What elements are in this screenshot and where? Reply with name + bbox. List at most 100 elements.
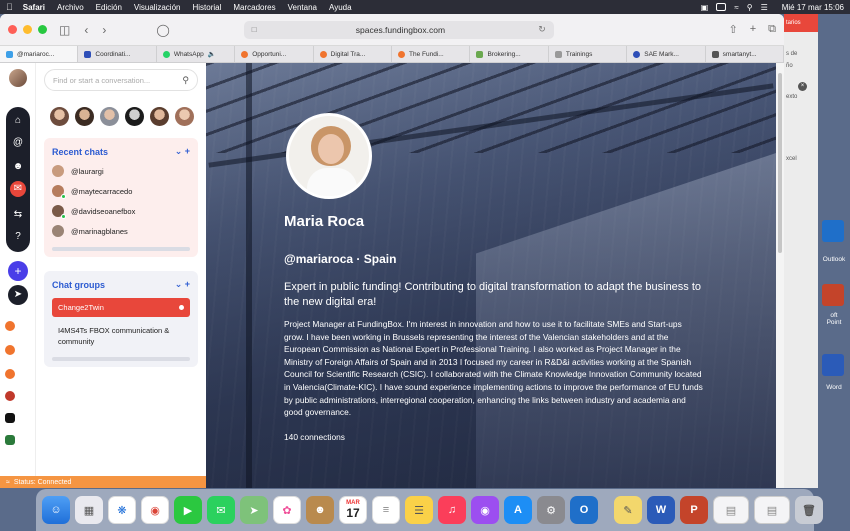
sidebar-toggle-icon[interactable]: ◫ xyxy=(59,23,70,37)
menu-item-marcadores[interactable]: Marcadores xyxy=(233,3,275,12)
screen-mirroring-icon[interactable]: ▣ xyxy=(701,3,709,12)
launchpad-icon[interactable]: ▦ xyxy=(75,496,103,524)
desktop-label-word[interactable]: Word xyxy=(818,384,850,391)
space-icon[interactable] xyxy=(5,391,15,401)
stickies-icon[interactable]: ✎ xyxy=(614,496,642,524)
add-space-button[interactable]: + xyxy=(8,261,28,281)
forward-icon[interactable]: › xyxy=(102,23,106,37)
switch-icon[interactable]: ⇆ xyxy=(10,207,26,223)
battery-icon[interactable] xyxy=(716,3,727,11)
podcasts-icon[interactable]: ◉ xyxy=(471,496,499,524)
word-desktop-icon[interactable] xyxy=(822,354,844,376)
facetime-icon[interactable]: ▶ xyxy=(174,496,202,524)
list-item[interactable]: @davidseoanefbox xyxy=(52,205,190,219)
list-item[interactable]: @laurargi xyxy=(52,165,190,177)
list-item[interactable]: @marinagblanes xyxy=(52,225,190,237)
search-input[interactable]: Find or start a conversation... xyxy=(53,76,182,85)
safari-icon[interactable]: ❋ xyxy=(108,496,136,524)
avatar[interactable] xyxy=(50,107,69,126)
close-window-button[interactable] xyxy=(8,25,17,34)
contacts-icon[interactable]: ☻ xyxy=(306,496,334,524)
fullscreen-window-button[interactable] xyxy=(38,25,47,34)
system-preferences-icon[interactable]: ⚙ xyxy=(537,496,565,524)
reminders-icon[interactable]: ≡ xyxy=(372,496,400,524)
desktop-label-outlook[interactable]: Outlook xyxy=(818,256,850,263)
list-item[interactable]: @maytecarracedo xyxy=(52,185,190,199)
tab-digital-transformation[interactable]: Digital Tra... xyxy=(314,46,393,62)
recent-chats-actions[interactable]: ⌄ + xyxy=(175,146,190,157)
tab-brokering[interactable]: Brokering... xyxy=(470,46,549,62)
tab-smartanytime[interactable]: smartanyt... xyxy=(706,46,784,62)
address-bar[interactable]: □ spaces.fundingbox.com ↻ xyxy=(243,20,554,39)
explore-icon[interactable]: ➤ xyxy=(8,285,28,305)
control-center-icon[interactable]: ☰ xyxy=(761,3,768,12)
conversation-search[interactable]: Find or start a conversation... ⚲ xyxy=(44,69,198,91)
menu-item-visualizacion[interactable]: Visualización xyxy=(134,3,181,12)
menu-item-archivo[interactable]: Archivo xyxy=(57,3,84,12)
menu-item-ventana[interactable]: Ventana xyxy=(288,3,317,12)
background-window[interactable]: tarios s de ño × exto xcel xyxy=(784,14,818,488)
space-icon[interactable] xyxy=(5,435,15,445)
recent-chats-scrollbar[interactable] xyxy=(52,247,190,251)
word-icon[interactable]: W xyxy=(647,496,675,524)
outlook-desktop-icon[interactable] xyxy=(822,220,844,242)
chat-group-item[interactable]: I4MS4Ts FBOX communication & community xyxy=(52,325,190,347)
chat-group-active[interactable]: Change2Twin xyxy=(52,298,190,317)
chat-icon[interactable]: ✉ xyxy=(10,181,26,197)
desktop-label-powerpoint[interactable]: oft Point xyxy=(818,312,850,326)
recent-document-thumbnail[interactable]: ▤ xyxy=(754,496,790,524)
avatar[interactable] xyxy=(125,107,144,126)
menu-clock[interactable]: Mié 17 mar 15:06 xyxy=(782,3,844,12)
tab-overview-icon[interactable]: ⧉ xyxy=(768,23,776,36)
avatar[interactable] xyxy=(175,107,194,126)
shield-icon[interactable]: ◯ xyxy=(156,23,169,37)
tab-whatsapp[interactable]: WhatsApp 🔈 xyxy=(157,46,236,62)
tab-the-fundingbox[interactable]: The Fundi... xyxy=(392,46,471,62)
space-icon[interactable] xyxy=(5,321,15,331)
minimize-window-button[interactable] xyxy=(23,25,32,34)
app-store-icon[interactable]: A xyxy=(504,496,532,524)
search-icon[interactable]: ⚲ xyxy=(182,75,189,86)
finder-icon[interactable]: ☺ xyxy=(42,496,70,524)
chrome-icon[interactable]: ◉ xyxy=(141,496,169,524)
avatar[interactable] xyxy=(150,107,169,126)
my-avatar[interactable] xyxy=(9,69,27,87)
speaker-icon[interactable]: 🔈 xyxy=(208,50,216,58)
page-scrollbar[interactable] xyxy=(776,63,784,488)
maps-icon[interactable]: ➤ xyxy=(240,496,268,524)
wifi-icon[interactable]: ≈ xyxy=(734,3,738,12)
menu-item-ayuda[interactable]: Ayuda xyxy=(329,3,352,12)
recent-document-thumbnail[interactable]: ▤ xyxy=(713,496,749,524)
tab-opportunities[interactable]: Opportuni... xyxy=(235,46,314,62)
share-icon[interactable]: ⇧ xyxy=(728,23,737,36)
menu-item-edicion[interactable]: Edición xyxy=(96,3,122,12)
back-icon[interactable]: ‹ xyxy=(84,23,88,37)
menu-item-historial[interactable]: Historial xyxy=(192,3,221,12)
at-mention-icon[interactable]: @ xyxy=(10,135,26,151)
profile-connections[interactable]: 140 connections xyxy=(284,432,704,442)
chat-groups-actions[interactable]: ⌄ + xyxy=(175,279,190,290)
tab-trainings[interactable]: Trainings xyxy=(549,46,628,62)
trash-icon[interactable]: 🗑 xyxy=(795,496,823,524)
photos-icon[interactable]: ✿ xyxy=(273,496,301,524)
notes-icon[interactable]: ☰ xyxy=(405,496,433,524)
avatar[interactable] xyxy=(75,107,94,126)
menu-app-name[interactable]: Safari xyxy=(23,3,45,12)
scrollbar-thumb[interactable] xyxy=(778,73,782,253)
music-icon[interactable]: ♫ xyxy=(438,496,466,524)
address-url[interactable]: spaces.fundingbox.com xyxy=(263,25,539,35)
chat-groups-scrollbar[interactable] xyxy=(52,357,190,361)
space-icon[interactable] xyxy=(5,345,15,355)
tab-sae-market[interactable]: SAE Mark... xyxy=(627,46,706,62)
search-icon[interactable]: ⚲ xyxy=(747,3,753,12)
space-icon[interactable] xyxy=(5,413,15,423)
people-icon[interactable]: ☻ xyxy=(10,159,26,175)
reload-icon[interactable]: ↻ xyxy=(538,24,546,35)
tab-coordination[interactable]: Coordinati... xyxy=(78,46,157,62)
tab-mariaroca[interactable]: @mariaroc... xyxy=(0,46,79,62)
outlook-icon[interactable]: O xyxy=(570,496,598,524)
close-icon[interactable]: × xyxy=(798,82,807,91)
calendar-icon[interactable]: MAR 17 xyxy=(339,496,367,524)
messages-icon[interactable]: ✉ xyxy=(207,496,235,524)
new-tab-icon[interactable]: + xyxy=(750,23,756,36)
